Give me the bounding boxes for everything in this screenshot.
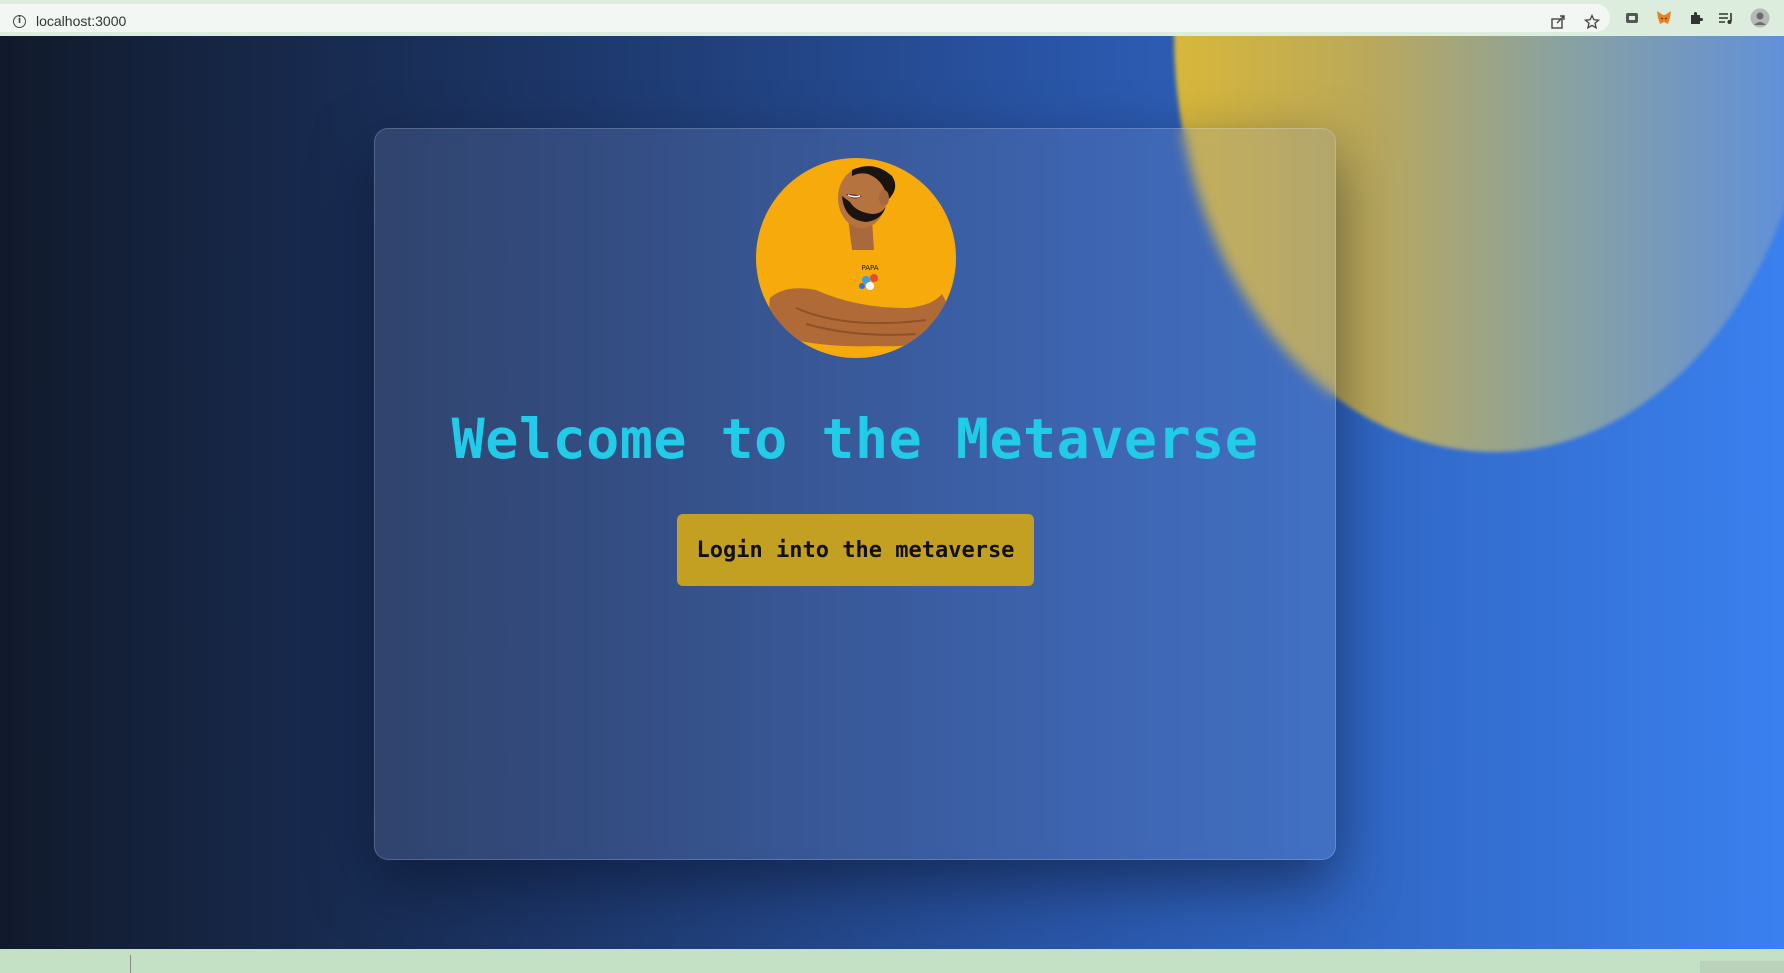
login-button[interactable]: Login into the metaverse: [677, 514, 1034, 586]
profile-avatar-icon[interactable]: [1750, 8, 1770, 28]
page-viewport: PAPA Welcome to the Metaverse Login into…: [0, 36, 1784, 949]
extension-app-icon[interactable]: [1622, 8, 1642, 28]
share-icon[interactable]: [1548, 12, 1568, 32]
url-text[interactable]: localhost:3000: [36, 13, 126, 29]
bottom-status-bar: [0, 949, 1784, 973]
shirt-logo-text: PAPA: [861, 264, 878, 272]
bottom-tab[interactable]: [1700, 961, 1784, 973]
puzzle-extensions-icon[interactable]: [1686, 8, 1706, 28]
metamask-fox-icon[interactable]: [1654, 8, 1674, 28]
avatar-illustration: PAPA: [769, 166, 951, 347]
browser-toolbar: i localhost:3000: [0, 0, 1784, 36]
address-bar[interactable]: i localhost:3000: [0, 4, 1610, 32]
reading-list-icon[interactable]: [1716, 8, 1736, 28]
star-icon[interactable]: [1582, 12, 1602, 32]
site-info-icon[interactable]: i: [13, 15, 26, 28]
divider: [130, 955, 131, 973]
welcome-card: PAPA Welcome to the Metaverse Login into…: [374, 128, 1336, 860]
avatar: PAPA: [756, 158, 956, 358]
page-title: Welcome to the Metaverse: [451, 407, 1259, 471]
